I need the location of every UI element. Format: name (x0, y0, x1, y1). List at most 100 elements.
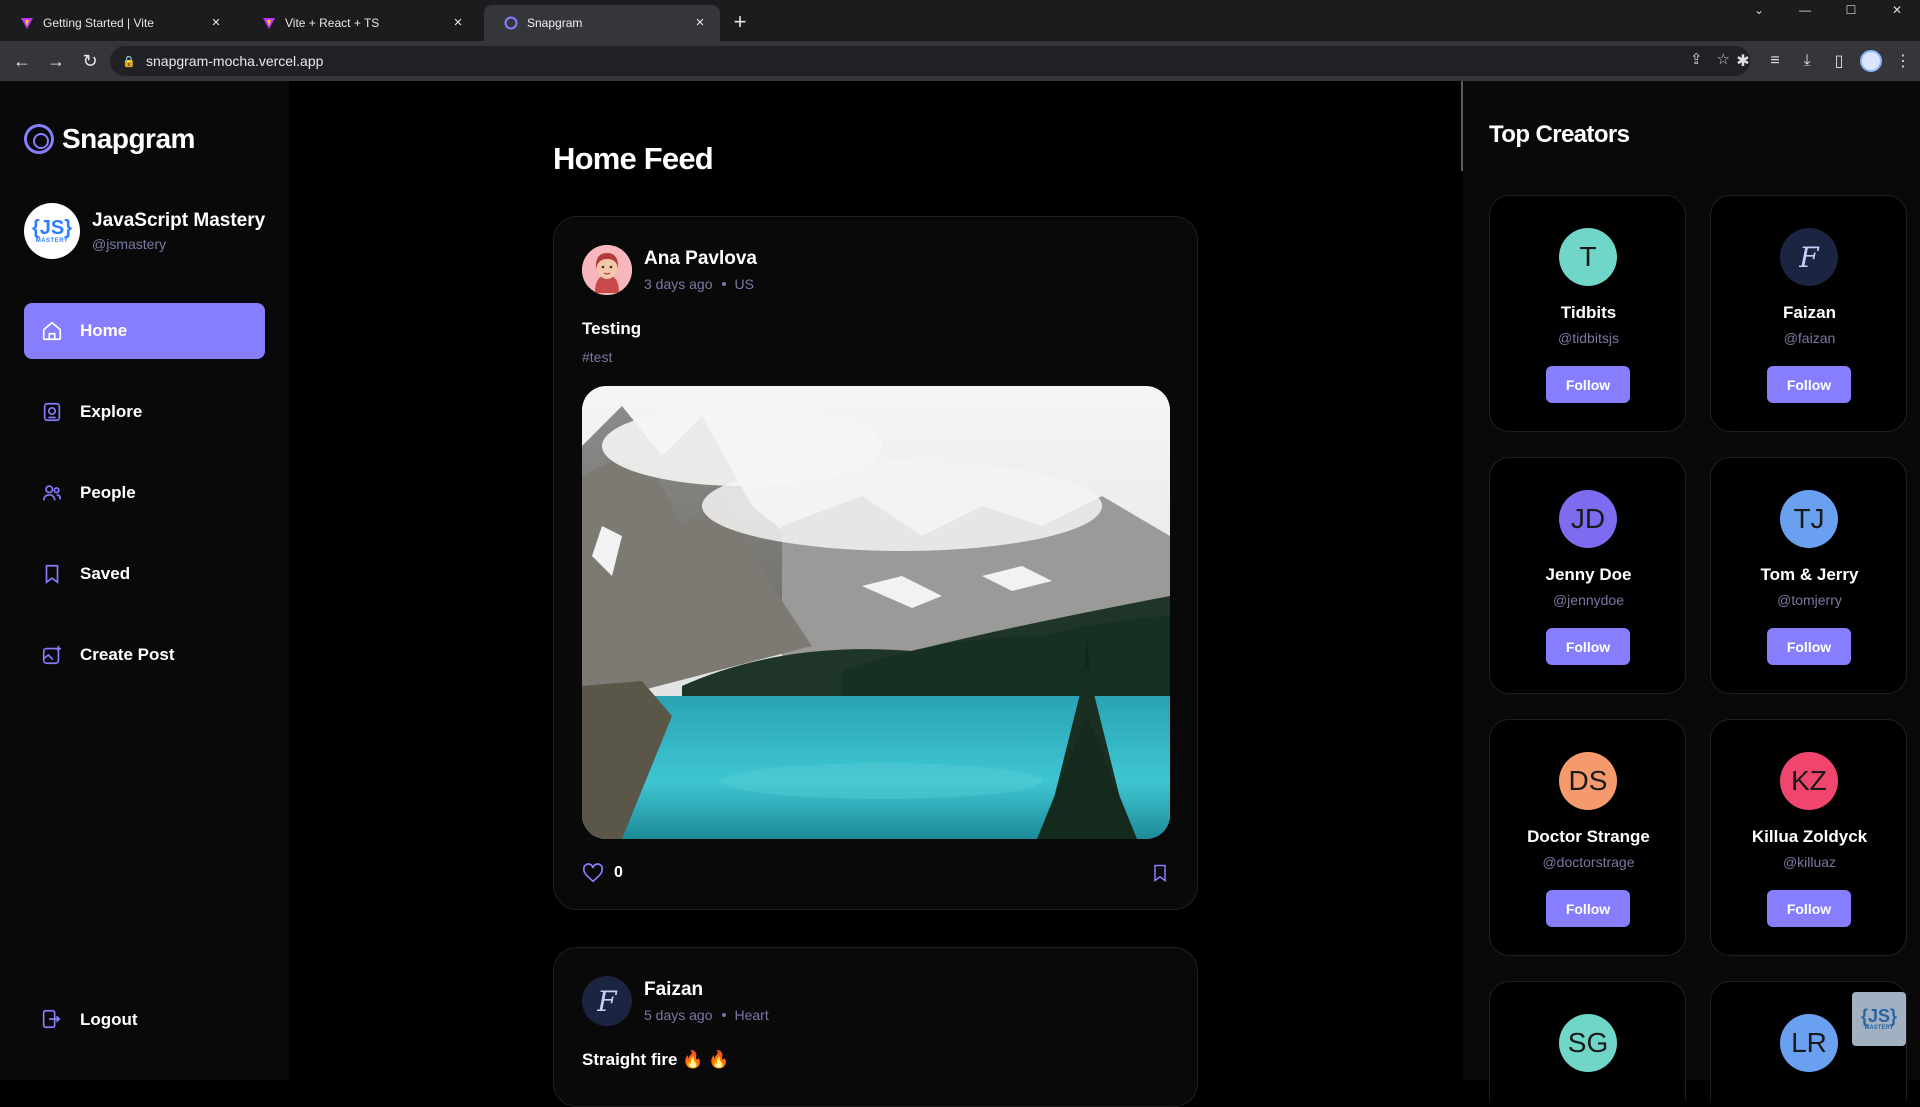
avatar[interactable] (582, 245, 632, 295)
like-control[interactable]: 0 (582, 862, 623, 884)
avatar[interactable]: SG (1559, 1014, 1617, 1072)
nav-item-people[interactable]: People (24, 465, 265, 521)
creator-name[interactable]: Tidbits (1490, 303, 1687, 323)
follow-button[interactable]: Follow (1546, 628, 1630, 665)
reload-icon[interactable]: ↻ (74, 45, 106, 77)
avatar[interactable]: F (1780, 228, 1838, 286)
nav-item-explore[interactable]: Explore (24, 384, 265, 440)
top-creators-title: Top Creators (1489, 121, 1630, 148)
toolbar-extensions: ✱ ≡ ⤓ ▯ ⋮ (1732, 47, 1914, 75)
creator-card: KZ Killua Zoldyck @killuaz Follow (1710, 719, 1907, 956)
tab-close-icon[interactable]: × (692, 15, 708, 31)
brand-logo[interactable]: Snapgram (24, 123, 195, 155)
mountain-lake-image (582, 386, 1170, 839)
snapgram-app: Snapgram {JS} MASTERY JavaScript Mastery… (0, 81, 1920, 1107)
follow-button[interactable]: Follow (1767, 628, 1851, 665)
creator-name[interactable]: Killua Zoldyck (1711, 827, 1908, 847)
post-tags[interactable]: #test (582, 349, 612, 365)
avatar-initials: DS (1568, 765, 1608, 796)
post-caption: Straight fire 🔥 🔥 (582, 1050, 730, 1069)
avatar[interactable]: T (1559, 228, 1617, 286)
nav-label: Explore (80, 402, 143, 421)
post-author[interactable]: Ana Pavlova (644, 248, 757, 270)
creator-name[interactable]: Doctor Strange (1490, 827, 1687, 847)
url-text: snapgram-mocha.vercel.app (146, 53, 324, 69)
post-header: Ana Pavlova 3 days ago US (582, 245, 757, 295)
avatar[interactable]: JD (1559, 490, 1617, 548)
tab-title: Snapgram (527, 16, 583, 30)
current-user-card[interactable]: {JS} MASTERY JavaScript Mastery @jsmaste… (24, 203, 265, 259)
tab-close-icon[interactable]: × (450, 15, 466, 31)
post-author[interactable]: Faizan (644, 979, 769, 1001)
browser-tabstrip: Getting Started | Vite × Vite + React + … (0, 0, 1920, 41)
lock-icon[interactable]: 🔒 (122, 55, 136, 68)
reading-list-icon[interactable]: ≡ (1764, 47, 1786, 75)
forward-icon[interactable]: → (40, 45, 72, 77)
download-icon[interactable]: ⤓ (1796, 47, 1818, 75)
tab-title: Getting Started | Vite (43, 16, 154, 30)
watermark-logo-sub: MASTERY (1864, 1025, 1894, 1031)
creator-card: DS Doctor Strange @doctorstrage Follow (1489, 719, 1686, 956)
nav-item-saved[interactable]: Saved (24, 546, 265, 602)
window-controls: ⌄ — ☐ ✕ (1736, 0, 1920, 20)
creator-handle: @faizan (1783, 330, 1836, 346)
left-sidebar: Snapgram {JS} MASTERY JavaScript Mastery… (0, 81, 289, 1080)
post-card: F Faizan 5 days ago Heart Straight fire … (553, 947, 1198, 1107)
address-bar[interactable]: 🔒 snapgram-mocha.vercel.app (110, 46, 1750, 76)
post-image[interactable] (582, 386, 1170, 839)
vite-favicon-icon (263, 18, 275, 29)
heart-icon[interactable] (582, 862, 604, 884)
follow-button[interactable]: Follow (1546, 890, 1630, 927)
close-window-icon[interactable]: ✕ (1874, 0, 1920, 20)
meta-separator (721, 1013, 726, 1017)
avatar[interactable]: LR (1780, 1014, 1838, 1072)
follow-button[interactable]: Follow (1767, 890, 1851, 927)
creator-name[interactable]: Jenny Doe (1490, 565, 1687, 585)
avatar[interactable]: F (582, 976, 632, 1026)
creator-handle: @killuaz (1782, 854, 1837, 870)
bookmark-star-icon[interactable]: ☆ (1717, 50, 1730, 68)
post-card: Ana Pavlova 3 days ago US Testing #test (553, 216, 1198, 910)
follow-button[interactable]: Follow (1546, 366, 1630, 403)
maximize-icon[interactable]: ☐ (1828, 0, 1874, 20)
nav-item-create-post[interactable]: Create Post (24, 627, 265, 683)
create-post-icon (40, 643, 64, 667)
extensions-icon[interactable]: ✱ (1732, 47, 1754, 75)
logout-label: Logout (80, 1010, 138, 1029)
profile-avatar[interactable] (1860, 50, 1882, 72)
browser-tab-snapgram[interactable]: Snapgram × (484, 5, 720, 41)
avatar-initials: T (1579, 241, 1597, 272)
avatar[interactable]: TJ (1780, 490, 1838, 548)
creator-card: F Faizan @faizan Follow (1710, 195, 1907, 432)
avatar[interactable]: DS (1559, 752, 1617, 810)
share-icon[interactable]: ⇪ (1690, 50, 1703, 68)
creator-handle: @doctorstrage (1542, 854, 1635, 870)
like-count: 0 (614, 864, 623, 881)
back-icon[interactable]: ← (6, 45, 38, 77)
creator-handle: @tidbitsjs (1558, 330, 1619, 346)
creator-name[interactable]: Faizan (1711, 303, 1908, 323)
minimize-icon[interactable]: — (1782, 0, 1828, 20)
tab-title: Vite + React + TS (285, 16, 380, 30)
browser-tab-vite-docs[interactable]: Getting Started | Vite × (0, 5, 236, 41)
follow-button[interactable]: Follow (1767, 366, 1851, 403)
avatar[interactable]: KZ (1780, 752, 1838, 810)
creator-name[interactable]: Tom & Jerry (1711, 565, 1908, 585)
avatar-initials: JD (1570, 503, 1606, 534)
logout-button[interactable]: Logout (40, 1008, 138, 1032)
nav-item-home[interactable]: Home (24, 303, 265, 359)
bookmark-icon[interactable] (1150, 863, 1170, 883)
avatar-initials: F (1799, 240, 1819, 274)
tab-search-icon[interactable]: ⌄ (1736, 0, 1782, 20)
tab-close-icon[interactable]: × (208, 15, 224, 31)
browser-tab-vite-react[interactable]: Vite + React + TS × (242, 5, 478, 41)
new-tab-button[interactable]: + (726, 9, 754, 37)
avatar-initials: SG (1567, 1027, 1609, 1058)
creator-card: TJ Tom & Jerry @tomjerry Follow (1710, 457, 1907, 694)
right-sidebar: Top Creators T Tidbits @tidbitsjs Follow… (1463, 81, 1920, 1101)
post-actions: 0 (582, 862, 1170, 884)
side-panel-icon[interactable]: ▯ (1828, 47, 1850, 75)
avatar-initials: KZ (1791, 765, 1827, 796)
post-meta: 3 days ago US (644, 276, 757, 292)
menu-kebab-icon[interactable]: ⋮ (1892, 47, 1914, 75)
